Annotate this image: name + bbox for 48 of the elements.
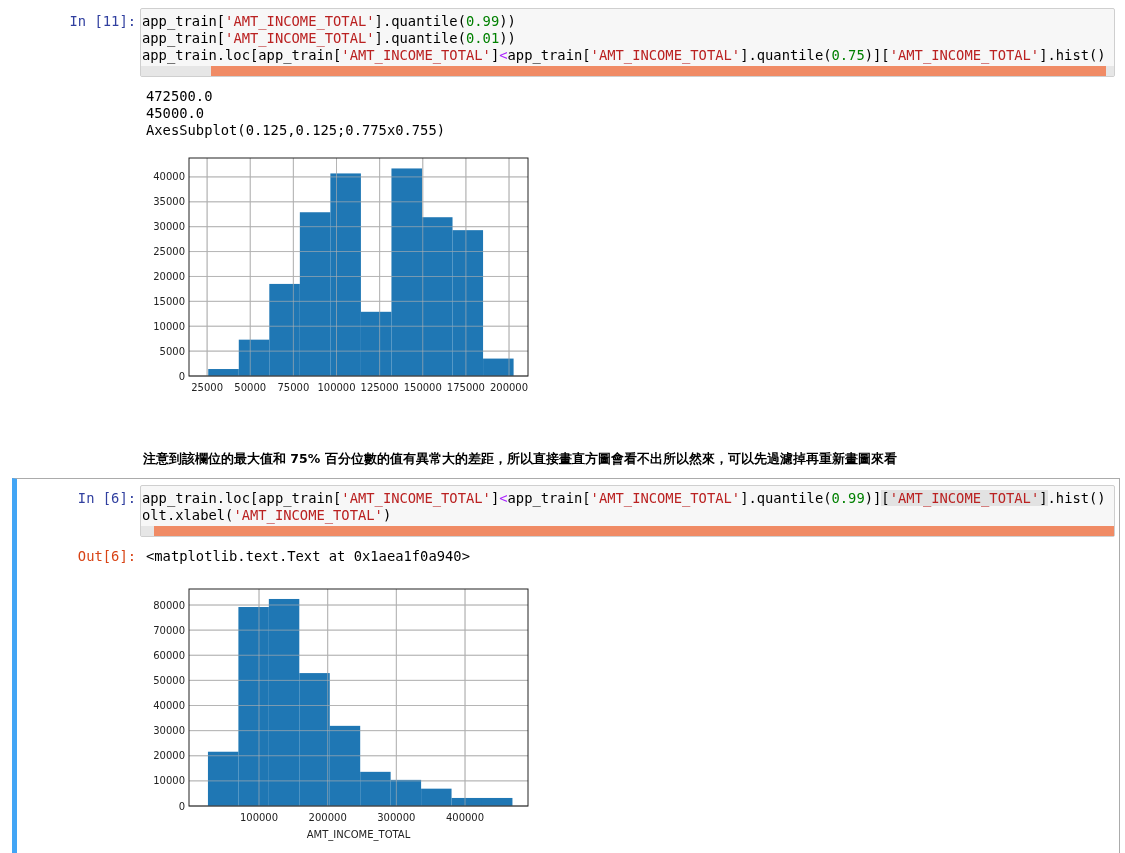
axis-label: AMT_INCOME_TOTAL (306, 829, 411, 840)
axis-tick-label: 150000 (403, 382, 442, 393)
code-input[interactable]: app_train.loc[app_train['AMT_INCOME_TOTAL']<app_train['AMT_INCOME_TOTAL'].quantile(0.99)]['AMT_INCOME_TOTAL'].hist() olt.xlabel('AMT_INCOME_TOTAL') (140, 485, 1115, 537)
axis-tick-label: 50000 (234, 382, 267, 393)
output-text: <matplotlib.text.Text at 0x1aea1f0a940> (146, 547, 470, 565)
axis-tick-label: 70000 (153, 624, 185, 636)
output-text: 472500.0 (146, 87, 214, 105)
axis-tick-label: 40000 (153, 700, 185, 711)
output-text: AxesSubplot(0.125,0.125;0.775x0.755) (146, 121, 446, 139)
axis-tick-label: 10000 (153, 775, 185, 787)
selected-cell[interactable] (12, 478, 1120, 853)
output-prompt: Out[6]: (76, 547, 137, 565)
axis-tick-label: 100000 (239, 812, 279, 823)
axis-tick-label: 200000 (308, 812, 347, 823)
axis-tick-label: 10000 (153, 320, 185, 332)
axis-tick-label: 5000 (159, 345, 185, 357)
axis-tick-label: 40000 (153, 171, 185, 183)
axis-tick-label: 300000 (377, 812, 416, 823)
axis-tick-label: 30000 (153, 725, 185, 737)
axis-tick-label: 20000 (153, 750, 185, 762)
axis-tick-label: 125000 (360, 382, 399, 393)
axis-tick-label: 25000 (191, 382, 223, 393)
code-line: app_train['AMT_INCOME_TOTAL'].quantile(0.99)) (142, 13, 517, 30)
input-prompt: In [11]: (68, 12, 137, 31)
axis-tick-label: 200000 (489, 382, 529, 393)
axis-tick-label: 15000 (153, 295, 185, 307)
axis-tick-label: 35000 (153, 196, 185, 208)
axis-tick-label: 0 (178, 370, 185, 382)
axis-tick-label: 400000 (445, 812, 485, 823)
code-line: app_train.loc[app_train['AMT_INCOME_TOTAL']<app_train['AMT_INCOME_TOTAL'].quantile(0.75)]['AMT_INCOME_TOTAL'].hist() (142, 47, 1107, 64)
histogram-bar (482, 797, 513, 806)
input-prompt: In [6]: (76, 489, 137, 508)
markdown-text: 注意到該欄位的最大值和 75% 百分位數的值有異常大的差距，所以直接畫直方圖會看不出所以然來，可以先過濾掉再重新畫圖來看 (143, 451, 898, 468)
code-input[interactable] (140, 8, 1115, 77)
output-text: 45000.0 (146, 104, 206, 122)
code-line: olt.xlabel('AMT_INCOME_TOTAL') (142, 507, 393, 524)
axis-tick-label: 60000 (153, 649, 185, 661)
axis-tick-label: 20000 (153, 270, 185, 282)
code-line: app_train.loc[app_train['AMT_INCOME_TOTAL']<app_train['AMT_INCOME_TOTAL'].quantile(0.99)]['AMT_INCOME_TOTAL'].hist() (142, 490, 1107, 507)
axis-tick-label: 100000 (317, 382, 356, 393)
axis-tick-label: 75000 (277, 382, 310, 393)
axis-tick-label: 30000 (153, 221, 185, 233)
axis-tick-label: 175000 (446, 382, 485, 393)
axis-tick-label: 50000 (153, 674, 185, 686)
axis-tick-label: 25000 (153, 246, 185, 258)
axis-tick-label: 80000 (153, 599, 185, 611)
axis-tick-label: 0 (178, 800, 185, 812)
code-line: app_train['AMT_INCOME_TOTAL'].quantile(0.01)) (142, 30, 517, 47)
